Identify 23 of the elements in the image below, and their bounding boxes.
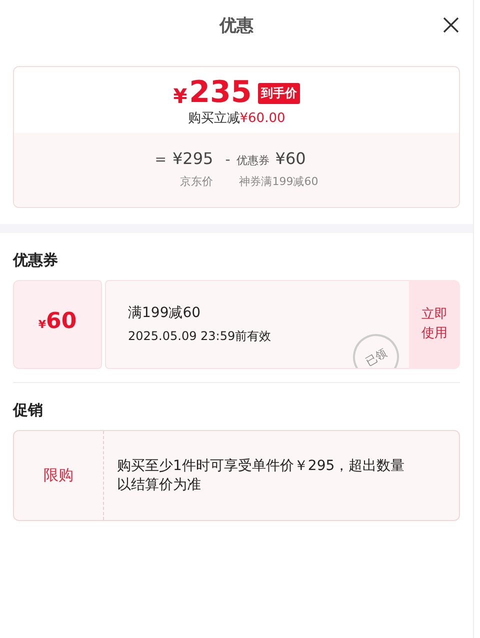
minus-sign: - [225,152,230,168]
promotion-text: 购买至少1件时可享受单件价￥295，超出数量以结算价为准 [117,456,406,494]
section-title: 促销 [13,400,44,421]
coupon-caption: 神券满199减60 [239,174,318,189]
coupon-validity: 2025.05.09 23:59前有效 [128,328,272,345]
equals-sign: = [154,152,166,168]
final-price: 235 [189,77,252,109]
currency-symbol: ¥ [173,84,188,108]
use-now-button[interactable]: 立即使用 [409,280,460,369]
price-caption: 京东价 [180,174,214,189]
price-badge: 到手价 [258,82,300,104]
close-icon[interactable] [443,17,459,33]
dialog-title: 优惠 [220,14,254,36]
coupon-value: ¥60 [275,149,306,168]
coupon-condition: 满199减60 [128,304,202,322]
section-title: 优惠券 [13,250,59,271]
base-price: ¥295 [172,149,214,168]
coupon-label: 优惠券 [236,153,270,168]
promotion-tag: 限购 [44,466,74,485]
savings-amount: ¥60.00 [240,111,286,126]
coupon-amount: 60 [46,309,77,334]
savings-label: 购买立减 [188,111,240,126]
currency-symbol: ¥ [38,318,46,331]
